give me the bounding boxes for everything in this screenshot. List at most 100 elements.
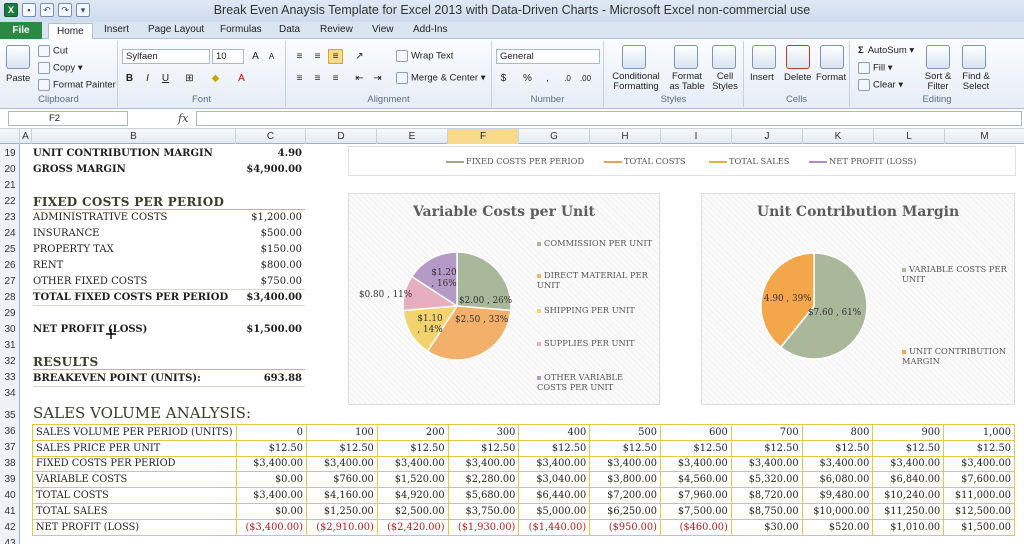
row-label-cell[interactable]: NET PROFIT (LOSS) <box>32 518 237 536</box>
value-cell[interactable]: ($2,910.00) <box>306 518 378 536</box>
value-cell[interactable]: $30.00 <box>730 518 803 536</box>
value-cell[interactable]: ($1,440.00) <box>518 518 591 536</box>
value-cell[interactable]: $11,250.00 <box>872 502 945 520</box>
format-button[interactable]: Format <box>816 72 846 83</box>
value-cell[interactable]: $12.50 <box>730 439 803 457</box>
breakeven-label[interactable]: BREAKEVEN POINT (UNITS): <box>33 373 201 384</box>
value-cell[interactable]: $4,560.00 <box>659 471 732 489</box>
align-center-icon[interactable]: ≡ <box>310 71 325 86</box>
column-header-f[interactable]: F <box>448 129 519 144</box>
row-header[interactable]: 22 <box>0 196 20 207</box>
value-cell[interactable]: $3,400.00 <box>589 455 661 473</box>
delete-cells-icon[interactable] <box>786 45 810 69</box>
tab-review[interactable]: Review <box>320 23 353 39</box>
comma-button[interactable]: , <box>540 71 555 86</box>
value-cell[interactable]: 900 <box>872 424 945 441</box>
format-table-icon[interactable] <box>674 45 698 69</box>
row-header[interactable]: 33 <box>0 372 20 383</box>
row-header[interactable]: 40 <box>0 490 20 501</box>
value-cell[interactable]: $3,800.00 <box>589 471 661 489</box>
variable-costs-chart[interactable]: Variable Costs per Unit COMMISSION PER U… <box>348 193 660 405</box>
column-header-h[interactable]: H <box>590 129 661 144</box>
column-header-a[interactable]: A <box>20 129 32 144</box>
paste-icon[interactable] <box>6 45 30 69</box>
sales-volume-analysis-header[interactable]: SALES VOLUME ANALYSIS: <box>33 404 251 422</box>
increase-indent-icon[interactable]: ⇥ <box>370 71 385 86</box>
value-cell[interactable]: $6,080.00 <box>801 471 874 489</box>
tab-home[interactable]: Home <box>48 23 93 40</box>
row-label-cell[interactable]: TOTAL COSTS <box>32 487 237 504</box>
value-cell[interactable]: $12.50 <box>659 439 732 457</box>
row-header[interactable]: 36 <box>0 426 20 437</box>
fixed-costs-header[interactable]: FIXED COSTS PER PERIOD <box>33 195 224 209</box>
align-top-icon[interactable]: ≡ <box>292 49 307 64</box>
row-label-cell[interactable]: FIXED COSTS PER PERIOD <box>32 455 237 473</box>
decrease-indent-icon[interactable]: ⇤ <box>352 71 367 86</box>
fixed-cost-value[interactable]: $150.00 <box>236 244 302 255</box>
value-cell[interactable]: $10,240.00 <box>872 487 945 504</box>
paste-button[interactable]: Paste <box>6 73 30 84</box>
value-cell[interactable]: $3,400.00 <box>376 455 449 473</box>
value-cell[interactable]: ($460.00) <box>659 518 732 536</box>
value-cell[interactable]: $8,720.00 <box>730 487 803 504</box>
insert-function-icon[interactable]: fx <box>178 112 188 125</box>
column-header-l[interactable]: L <box>874 129 945 144</box>
column-header-k[interactable]: K <box>803 129 874 144</box>
insert-cells-icon[interactable] <box>752 45 776 69</box>
format-cells-icon[interactable] <box>820 45 844 69</box>
percent-button[interactable]: % <box>520 71 535 86</box>
grow-font-icon[interactable]: A <box>248 49 263 64</box>
value-cell[interactable]: $6,440.00 <box>518 487 591 504</box>
insert-button[interactable]: Insert <box>750 72 774 83</box>
value-cell[interactable]: $4,160.00 <box>306 487 378 504</box>
breakeven-value[interactable]: 693.88 <box>236 373 302 384</box>
value-cell[interactable]: $12.50 <box>872 439 945 457</box>
value-cell[interactable]: 200 <box>376 424 449 441</box>
value-cell[interactable]: $3,400.00 <box>943 455 1015 473</box>
tab-page-layout[interactable]: Page Layout <box>148 23 204 39</box>
conditional-formatting-icon[interactable] <box>622 45 646 69</box>
fixed-cost-label[interactable]: OTHER FIXED COSTS <box>33 276 147 287</box>
value-cell[interactable]: $7,200.00 <box>589 487 661 504</box>
fixed-cost-value[interactable]: $1,200.00 <box>236 212 302 223</box>
font-name-select[interactable]: Sylfaen <box>122 49 210 64</box>
value-cell[interactable]: $3,400.00 <box>872 455 945 473</box>
row-header[interactable]: 27 <box>0 276 20 287</box>
fixed-cost-label[interactable]: PROPERTY TAX <box>33 244 114 255</box>
row-header[interactable]: 29 <box>0 308 20 319</box>
value-cell[interactable]: 300 <box>447 424 520 441</box>
value-cell[interactable]: $520.00 <box>801 518 874 536</box>
row-label-cell[interactable]: TOTAL SALES <box>32 502 237 520</box>
value-cell[interactable]: $4,920.00 <box>376 487 449 504</box>
wrap-text-button[interactable]: Wrap Text <box>396 50 453 62</box>
value-cell[interactable]: $5,680.00 <box>447 487 520 504</box>
align-bottom-icon[interactable]: ≡ <box>328 49 343 64</box>
value-cell[interactable]: $12,500.00 <box>943 502 1015 520</box>
tab-insert[interactable]: Insert <box>104 23 129 39</box>
net-profit-label[interactable]: NET PROFIT (LOSS) <box>33 324 147 335</box>
row-header[interactable]: 23 <box>0 212 20 223</box>
find-select-button[interactable]: Find & Select <box>956 72 996 92</box>
row-header[interactable]: 41 <box>0 506 20 517</box>
value-cell[interactable]: $0.00 <box>236 471 307 489</box>
cut-button[interactable]: Cut <box>38 45 68 57</box>
value-cell[interactable]: ($3,400.00) <box>236 518 307 536</box>
align-right-icon[interactable]: ≡ <box>328 71 343 86</box>
total-fixed-costs-value[interactable]: $3,400.00 <box>236 292 302 303</box>
row-header[interactable]: 26 <box>0 260 20 271</box>
cell-styles-icon[interactable] <box>712 45 736 69</box>
value-cell[interactable]: $3,400.00 <box>447 455 520 473</box>
row-header[interactable]: 21 <box>0 180 20 191</box>
row-header[interactable]: 32 <box>0 356 20 367</box>
row-header[interactable]: 28 <box>0 292 20 303</box>
value-cell[interactable]: $12.50 <box>943 439 1015 457</box>
bold-button[interactable]: B <box>122 71 137 86</box>
delete-button[interactable]: Delete <box>784 72 811 83</box>
value-cell[interactable]: 500 <box>589 424 661 441</box>
row-header[interactable]: 37 <box>0 442 20 453</box>
value-cell[interactable]: $1,010.00 <box>872 518 945 536</box>
value-cell[interactable]: 100 <box>306 424 378 441</box>
row-header[interactable]: 34 <box>0 388 20 399</box>
value-cell[interactable]: $12.50 <box>589 439 661 457</box>
font-size-select[interactable]: 10 <box>212 49 244 64</box>
